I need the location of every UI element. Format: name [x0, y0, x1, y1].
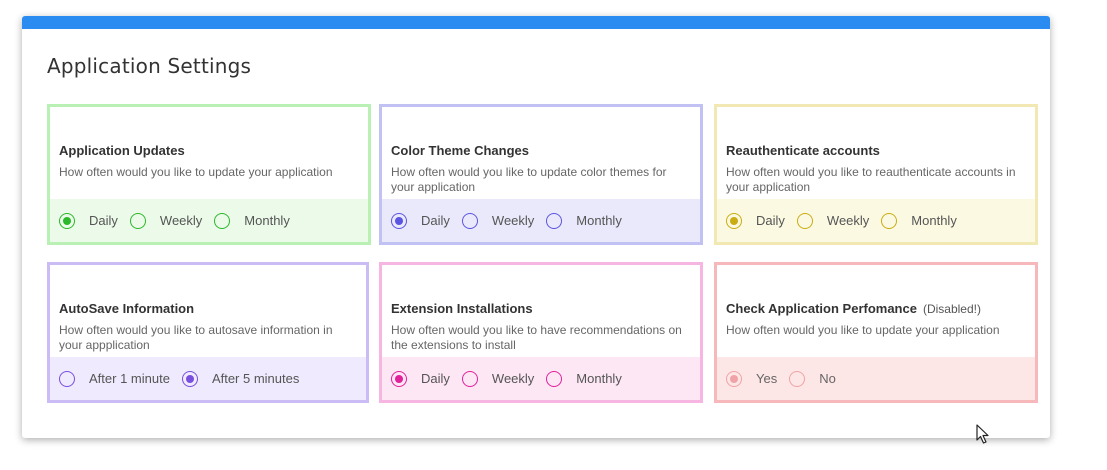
radio-button	[726, 370, 742, 387]
settings-card-reauthenticate-accounts: Reauthenticate accounts How often would y…	[714, 104, 1038, 245]
radio-option-monthly[interactable]: Monthly	[546, 212, 622, 229]
settings-card-autosave-information: AutoSave Information How often would you …	[47, 262, 369, 403]
radio-label[interactable]: Daily	[421, 213, 450, 228]
radio-label[interactable]: Weekly	[160, 213, 202, 228]
radio-button[interactable]	[726, 212, 742, 229]
card-header: Extension Installations	[391, 300, 692, 318]
radio-button[interactable]	[881, 212, 898, 229]
card-title: Check Application Perfomance	[726, 301, 917, 316]
radio-label[interactable]: Weekly	[492, 213, 534, 228]
disabled-note: (Disabled!)	[922, 302, 981, 316]
radio-option-no: No	[789, 370, 836, 387]
card-header: Color Theme Changes	[391, 142, 692, 160]
radio-dot-icon	[63, 216, 71, 225]
card-description: How often would you like to have recomme…	[391, 323, 682, 352]
settings-card-color-theme-changes: Color Theme Changes How often would you l…	[379, 104, 703, 245]
radio-option-after-5-minutes[interactable]: After 5 minutes	[181, 370, 299, 387]
card-header: Check Application Perfomance (Disabled!)	[726, 300, 1027, 318]
settings-card-extension-installations: Extension Installations How often would y…	[379, 262, 703, 403]
radio-option-daily[interactable]: Daily	[726, 212, 785, 229]
card-description: How often would you like to update your …	[726, 323, 1000, 337]
radio-option-weekly[interactable]: Weekly	[461, 212, 534, 229]
mouse-cursor-icon	[976, 424, 989, 444]
radio-group: Yes No	[717, 357, 1035, 400]
card-title: Extension Installations	[391, 301, 533, 316]
panel-top-bar	[22, 16, 1050, 29]
radio-button[interactable]	[796, 212, 813, 229]
radio-label[interactable]: Monthly	[576, 213, 622, 228]
radio-button[interactable]	[461, 370, 478, 387]
radio-label: Yes	[756, 371, 778, 386]
card-header: AutoSave Information	[59, 300, 358, 318]
card-title: Application Updates	[59, 143, 185, 158]
radio-option-weekly[interactable]: Weekly	[129, 212, 202, 229]
radio-label[interactable]: Daily	[89, 213, 118, 228]
radio-group: Daily Weekly Monthly	[717, 199, 1035, 242]
radio-label[interactable]: Daily	[421, 371, 450, 386]
radio-label[interactable]: After 5 minutes	[212, 371, 299, 386]
radio-label[interactable]: After 1 minute	[89, 371, 170, 386]
settings-panel: Application Settings Application Updates…	[22, 16, 1050, 438]
card-description: How often would you like to update color…	[391, 165, 667, 194]
card-title: AutoSave Information	[59, 301, 195, 316]
radio-group: Daily Weekly Monthly	[382, 357, 700, 400]
radio-dot-icon	[185, 374, 194, 383]
radio-button[interactable]	[546, 370, 563, 387]
radio-button[interactable]	[214, 212, 231, 229]
radio-group: Daily Weekly Monthly	[50, 199, 368, 242]
radio-option-daily[interactable]: Daily	[59, 212, 118, 229]
radio-dot-icon	[395, 216, 403, 225]
card-description: How often would you like to reauthentica…	[726, 165, 1016, 194]
radio-dot-icon	[395, 374, 403, 383]
radio-label[interactable]: Weekly	[827, 213, 869, 228]
radio-button[interactable]	[59, 212, 75, 229]
card-header: Reauthenticate accounts	[726, 142, 1027, 160]
radio-button[interactable]	[59, 370, 75, 387]
radio-dot-icon	[730, 374, 738, 383]
radio-option-monthly[interactable]: Monthly	[881, 212, 957, 229]
radio-option-after-1-minute[interactable]: After 1 minute	[59, 370, 170, 387]
radio-label: No	[819, 371, 836, 386]
radio-group: After 1 minute After 5 minutes	[50, 357, 366, 400]
radio-option-monthly[interactable]: Monthly	[214, 212, 290, 229]
settings-card-check-application-perfomance: Check Application Perfomance (Disabled!) H…	[714, 262, 1038, 403]
card-header: Application Updates	[59, 142, 360, 160]
settings-card-application-updates: Application Updates How often would you l…	[47, 104, 371, 245]
radio-label[interactable]: Monthly	[244, 213, 290, 228]
card-title: Color Theme Changes	[391, 143, 529, 158]
radio-label[interactable]: Monthly	[576, 371, 622, 386]
radio-option-weekly[interactable]: Weekly	[461, 370, 534, 387]
radio-button[interactable]	[129, 212, 146, 229]
radio-button[interactable]	[181, 370, 198, 387]
radio-button	[789, 370, 806, 387]
card-title: Reauthenticate accounts	[726, 143, 880, 158]
radio-button[interactable]	[461, 212, 478, 229]
card-description: How often would you like to autosave inf…	[59, 323, 333, 352]
radio-option-weekly[interactable]: Weekly	[796, 212, 869, 229]
radio-option-yes: Yes	[726, 370, 778, 387]
radio-label[interactable]: Weekly	[492, 371, 534, 386]
radio-button[interactable]	[546, 212, 563, 229]
page-title: Application Settings	[47, 54, 252, 78]
radio-option-monthly[interactable]: Monthly	[546, 370, 622, 387]
radio-dot-icon	[730, 216, 738, 225]
radio-label[interactable]: Monthly	[911, 213, 957, 228]
radio-group: Daily Weekly Monthly	[382, 199, 700, 242]
radio-button[interactable]	[391, 212, 407, 229]
radio-button[interactable]	[391, 370, 407, 387]
radio-option-daily[interactable]: Daily	[391, 212, 450, 229]
card-description: How often would you like to update your …	[59, 165, 333, 179]
radio-label[interactable]: Daily	[756, 213, 785, 228]
radio-option-daily[interactable]: Daily	[391, 370, 450, 387]
